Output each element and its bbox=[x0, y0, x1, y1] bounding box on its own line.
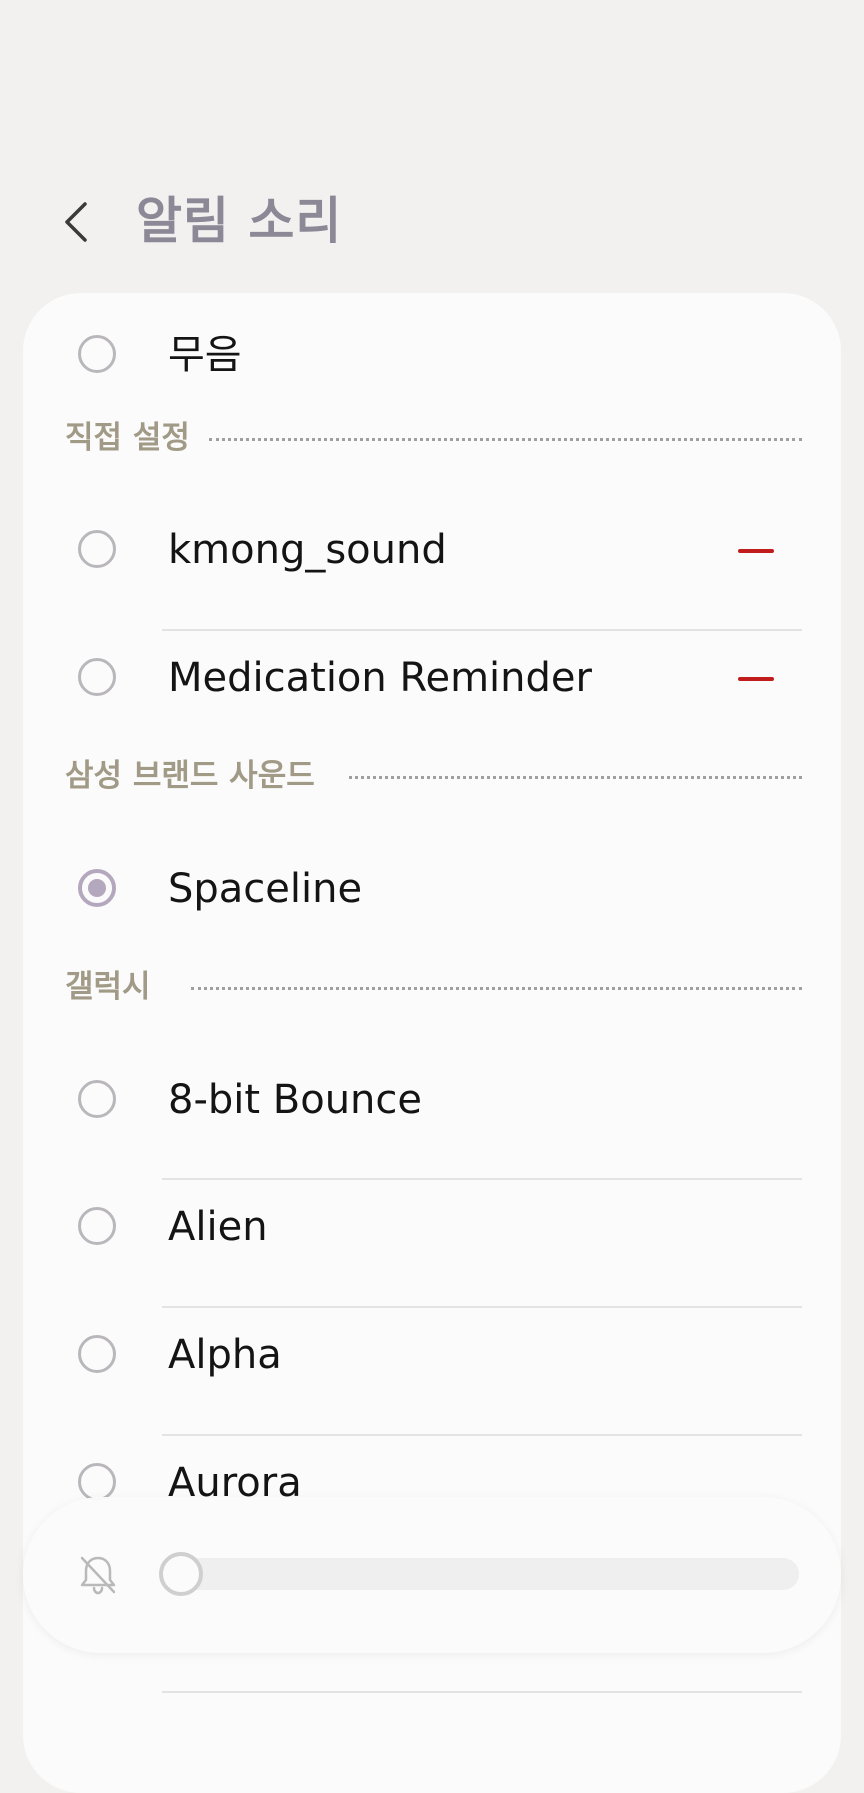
section-divider bbox=[349, 776, 802, 779]
bell-off-icon[interactable] bbox=[73, 1549, 123, 1599]
list-item-label: Alpha bbox=[168, 1332, 282, 1378]
divider bbox=[162, 1691, 802, 1693]
remove-button[interactable] bbox=[726, 536, 786, 566]
list-item-medication-reminder[interactable]: Medication Reminder bbox=[23, 616, 841, 744]
list-item-kmong-sound[interactable]: kmong_sound bbox=[23, 488, 841, 616]
section-title: 직접 설정 bbox=[65, 420, 190, 456]
volume-slider-thumb[interactable] bbox=[159, 1552, 203, 1596]
radio-button[interactable] bbox=[78, 335, 116, 373]
section-divider bbox=[209, 438, 802, 441]
list-item-spaceline[interactable]: Spaceline bbox=[23, 827, 841, 955]
volume-slider-track[interactable] bbox=[159, 1558, 799, 1590]
page-title: 알림 소리 bbox=[136, 192, 343, 250]
list-item-silent[interactable]: 무음 bbox=[23, 293, 841, 421]
radio-button[interactable] bbox=[78, 658, 116, 696]
section-title: 갤럭시 bbox=[65, 969, 151, 1005]
radio-button[interactable] bbox=[78, 530, 116, 568]
chevron-left-icon bbox=[65, 202, 87, 242]
section-header-samsung: 삼성 브랜드 사운드 bbox=[23, 752, 841, 802]
radio-button-selected[interactable] bbox=[78, 869, 116, 907]
radio-button[interactable] bbox=[78, 1207, 116, 1245]
section-header-custom: 직접 설정 bbox=[23, 414, 841, 464]
list-item-8bit-bounce[interactable]: 8-bit Bounce bbox=[23, 1038, 841, 1166]
list-item-label: kmong_sound bbox=[168, 527, 447, 573]
list-item-label: 8-bit Bounce bbox=[168, 1077, 423, 1123]
volume-control bbox=[23, 1497, 841, 1653]
remove-button[interactable] bbox=[726, 664, 786, 694]
section-divider bbox=[191, 987, 802, 990]
section-title: 삼성 브랜드 사운드 bbox=[65, 758, 315, 794]
list-item-label: 무음 bbox=[168, 332, 242, 378]
list-item-alpha[interactable]: Alpha bbox=[23, 1293, 841, 1421]
radio-button[interactable] bbox=[78, 1080, 116, 1118]
list-item-label: Alien bbox=[168, 1204, 268, 1250]
list-item-alien[interactable]: Alien bbox=[23, 1165, 841, 1293]
list-item-label: Spaceline bbox=[168, 866, 363, 912]
back-button[interactable] bbox=[52, 190, 100, 254]
app-bar: 알림 소리 bbox=[0, 0, 864, 290]
radio-button[interactable] bbox=[78, 1463, 116, 1501]
section-header-galaxy: 갤럭시 bbox=[23, 963, 841, 1013]
list-item-label: Medication Reminder bbox=[168, 655, 592, 701]
radio-button[interactable] bbox=[78, 1335, 116, 1373]
